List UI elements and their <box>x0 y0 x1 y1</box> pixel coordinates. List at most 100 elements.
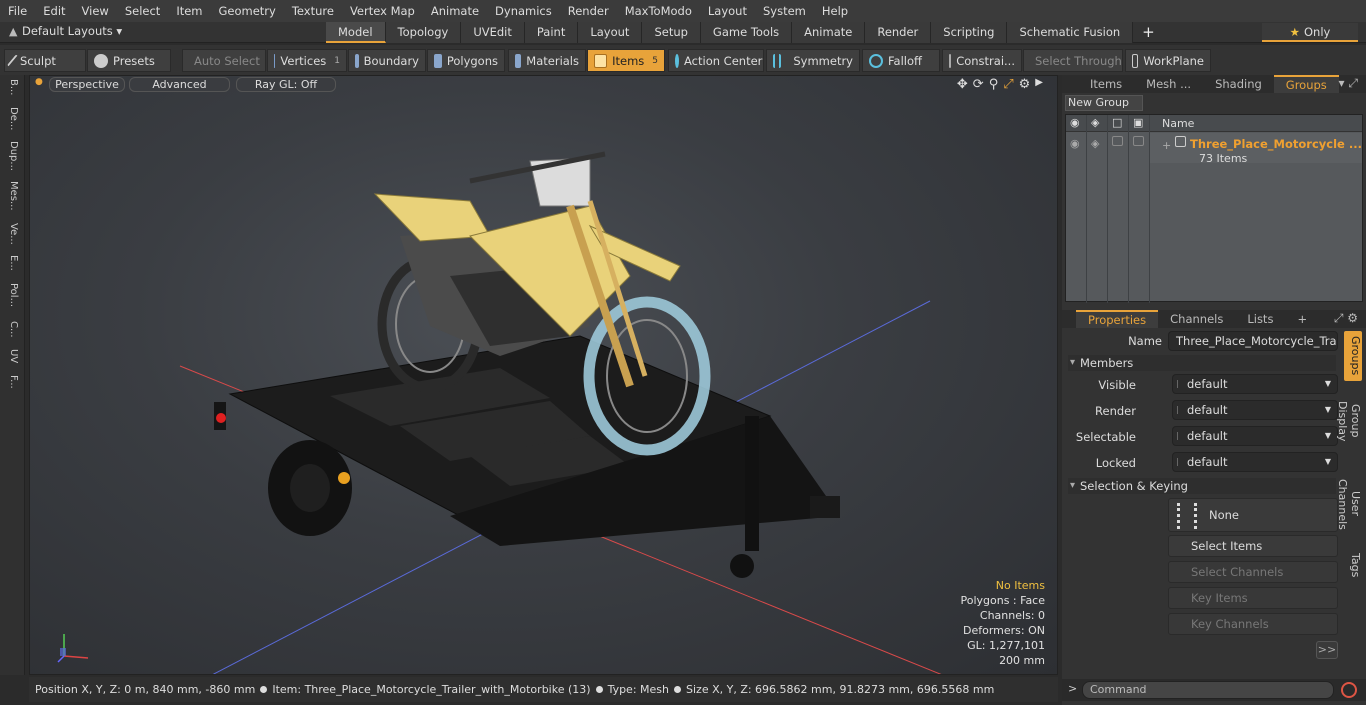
play-icon[interactable]: ▶ <box>1035 77 1043 92</box>
materials-button[interactable]: Materials <box>508 49 586 72</box>
tab-animate[interactable]: Animate <box>792 22 866 43</box>
stop-icon[interactable] <box>1341 682 1357 698</box>
symmetry-button[interactable]: Symmetry <box>766 49 860 72</box>
boundary-button[interactable]: Boundary <box>348 49 426 72</box>
items-button[interactable]: Items 5 <box>587 49 665 72</box>
auto-select-button[interactable]: Auto Select <box>182 49 266 72</box>
add-tab-button[interactable]: + <box>1133 22 1164 43</box>
render-dropdown[interactable]: default ▼ <box>1172 400 1338 420</box>
constrain-button[interactable]: Constrai... <box>942 49 1022 72</box>
3d-viewport[interactable]: ● Perspective Advanced Ray GL: Off ✥ ⟳ ⚲… <box>29 75 1058 675</box>
tab-channels[interactable]: Channels <box>1158 310 1235 328</box>
tab-groups[interactable]: Groups <box>1273 75 1339 93</box>
lefttab-mesh[interactable]: Mes... <box>5 181 19 211</box>
name-field[interactable]: Three_Place_Motorcycle_Trailer_ <box>1168 331 1338 351</box>
key-items-button[interactable]: Key Items <box>1168 587 1338 609</box>
key-channels-button[interactable]: Key Channels <box>1168 613 1338 635</box>
tab-shading[interactable]: Shading <box>1203 75 1274 93</box>
lefttab-vertex[interactable]: Ve... <box>5 223 19 245</box>
selection-keying-section[interactable]: Selection & Keying <box>1068 478 1336 494</box>
none-button[interactable]: None <box>1168 498 1338 532</box>
tab-properties[interactable]: Properties <box>1076 310 1159 328</box>
command-input[interactable]: Command <box>1082 681 1334 699</box>
menu-edit[interactable]: Edit <box>35 0 73 22</box>
lefttab-duplicate[interactable]: Dup... <box>5 141 19 171</box>
visible-dropdown[interactable]: default ▼ <box>1172 374 1338 394</box>
move-icon[interactable]: ✥ <box>957 77 968 92</box>
tab-schematic-fusion[interactable]: Schematic Fusion <box>1007 22 1134 43</box>
menu-maxtomodo[interactable]: MaxToModo <box>617 0 700 22</box>
add-tab-icon[interactable]: + <box>1285 310 1319 328</box>
menu-layout[interactable]: Layout <box>700 0 755 22</box>
vtab-user-channels[interactable]: User Channels <box>1336 465 1362 543</box>
members-section[interactable]: Members <box>1068 355 1336 371</box>
row-select-checkbox[interactable] <box>1133 136 1144 146</box>
perspective-button[interactable]: Perspective <box>49 77 125 92</box>
lefttab-curve[interactable]: C... <box>5 321 19 338</box>
command-arrow-icon[interactable]: > <box>1068 682 1077 695</box>
menu-view[interactable]: View <box>74 0 117 22</box>
lefttab-deform[interactable]: De... <box>5 107 19 130</box>
menu-vertex-map[interactable]: Vertex Map <box>342 0 423 22</box>
new-group-button[interactable]: New Group <box>1065 95 1143 111</box>
presets-button[interactable]: Presets <box>87 49 171 72</box>
menu-render[interactable]: Render <box>560 0 617 22</box>
tab-mesh[interactable]: Mesh ... <box>1134 75 1203 93</box>
lefttab-polygon[interactable]: Pol... <box>5 283 19 307</box>
tab-uvedit[interactable]: UVEdit <box>461 22 525 43</box>
tab-scripting[interactable]: Scripting <box>931 22 1008 43</box>
gear-icon[interactable]: ⚙ <box>1019 77 1031 92</box>
menu-item[interactable]: Item <box>168 0 210 22</box>
lefttab-uv[interactable]: UV <box>5 349 19 363</box>
group-name[interactable]: Three_Place_Motorcycle ... <box>1190 137 1362 151</box>
only-toggle[interactable]: ★ Only <box>1262 23 1358 42</box>
select-channels-button[interactable]: Select Channels <box>1168 561 1338 583</box>
row-eye-icon[interactable]: ◉ <box>1070 137 1080 150</box>
row-lock-checkbox[interactable] <box>1112 136 1123 146</box>
tab-layout[interactable]: Layout <box>578 22 643 43</box>
layout-selector[interactable]: Default Layouts ▾ <box>22 24 122 38</box>
fit-icon[interactable]: ⤢ <box>1003 77 1013 92</box>
lefttab-basic[interactable]: B... <box>5 79 19 95</box>
vertices-button[interactable]: Vertices 1 <box>267 49 347 72</box>
lefttab-edge[interactable]: E... <box>5 255 19 271</box>
rotate-icon[interactable]: ⟳ <box>973 77 984 92</box>
expand-icon[interactable]: ▾ ⤢ <box>1339 76 1358 91</box>
tab-render[interactable]: Render <box>865 22 932 43</box>
polygons-button[interactable]: Polygons <box>427 49 505 72</box>
tab-paint[interactable]: Paint <box>524 22 579 43</box>
action-center-button[interactable]: Action Center <box>668 49 764 72</box>
menu-geometry[interactable]: Geometry <box>211 0 284 22</box>
tab-items[interactable]: Items <box>1062 75 1134 93</box>
row-render-icon[interactable]: ◈ <box>1091 137 1099 150</box>
vtab-groups[interactable]: Groups <box>1344 331 1362 381</box>
select-items-button[interactable]: Select Items <box>1168 535 1338 557</box>
groups-list[interactable]: ◉ ◈ □ ▣ Name ◉ ◈ + Three_Place_Motorcycl… <box>1065 114 1363 303</box>
locked-dropdown[interactable]: default ▼ <box>1172 452 1338 472</box>
forward-button[interactable]: >> <box>1316 641 1338 659</box>
home-icon[interactable]: ▲ <box>9 25 17 38</box>
menu-file[interactable]: File <box>0 0 35 22</box>
lefttab-fusion[interactable]: F... <box>5 375 19 389</box>
falloff-button[interactable]: Falloff <box>862 49 940 72</box>
menu-help[interactable]: Help <box>814 0 856 22</box>
tab-game-tools[interactable]: Game Tools <box>700 22 793 43</box>
tab-model[interactable]: Model <box>326 22 386 43</box>
menu-system[interactable]: System <box>755 0 814 22</box>
sculpt-button[interactable]: Sculpt <box>4 49 86 72</box>
menu-dynamics[interactable]: Dynamics <box>487 0 560 22</box>
tab-setup[interactable]: Setup <box>642 22 701 43</box>
viewport-menu-icon[interactable]: ● <box>35 77 43 87</box>
select-through-button[interactable]: Select Through <box>1023 49 1123 72</box>
expand-plus-icon[interactable]: + <box>1162 139 1171 152</box>
tab-topology[interactable]: Topology <box>385 22 462 43</box>
raygl-button[interactable]: Ray GL: Off <box>236 77 336 92</box>
selectable-dropdown[interactable]: default ▼ <box>1172 426 1338 446</box>
advanced-button[interactable]: Advanced <box>129 77 230 92</box>
vtab-group-display[interactable]: Group Display <box>1336 385 1362 457</box>
zoom-icon[interactable]: ⚲ <box>989 77 999 92</box>
tab-lists[interactable]: Lists <box>1235 310 1285 328</box>
name-column-header[interactable]: Name <box>1162 117 1194 130</box>
vtab-tags[interactable]: Tags <box>1344 549 1362 581</box>
properties-tools-icon[interactable]: ⤢ ⚙ <box>1334 311 1358 326</box>
